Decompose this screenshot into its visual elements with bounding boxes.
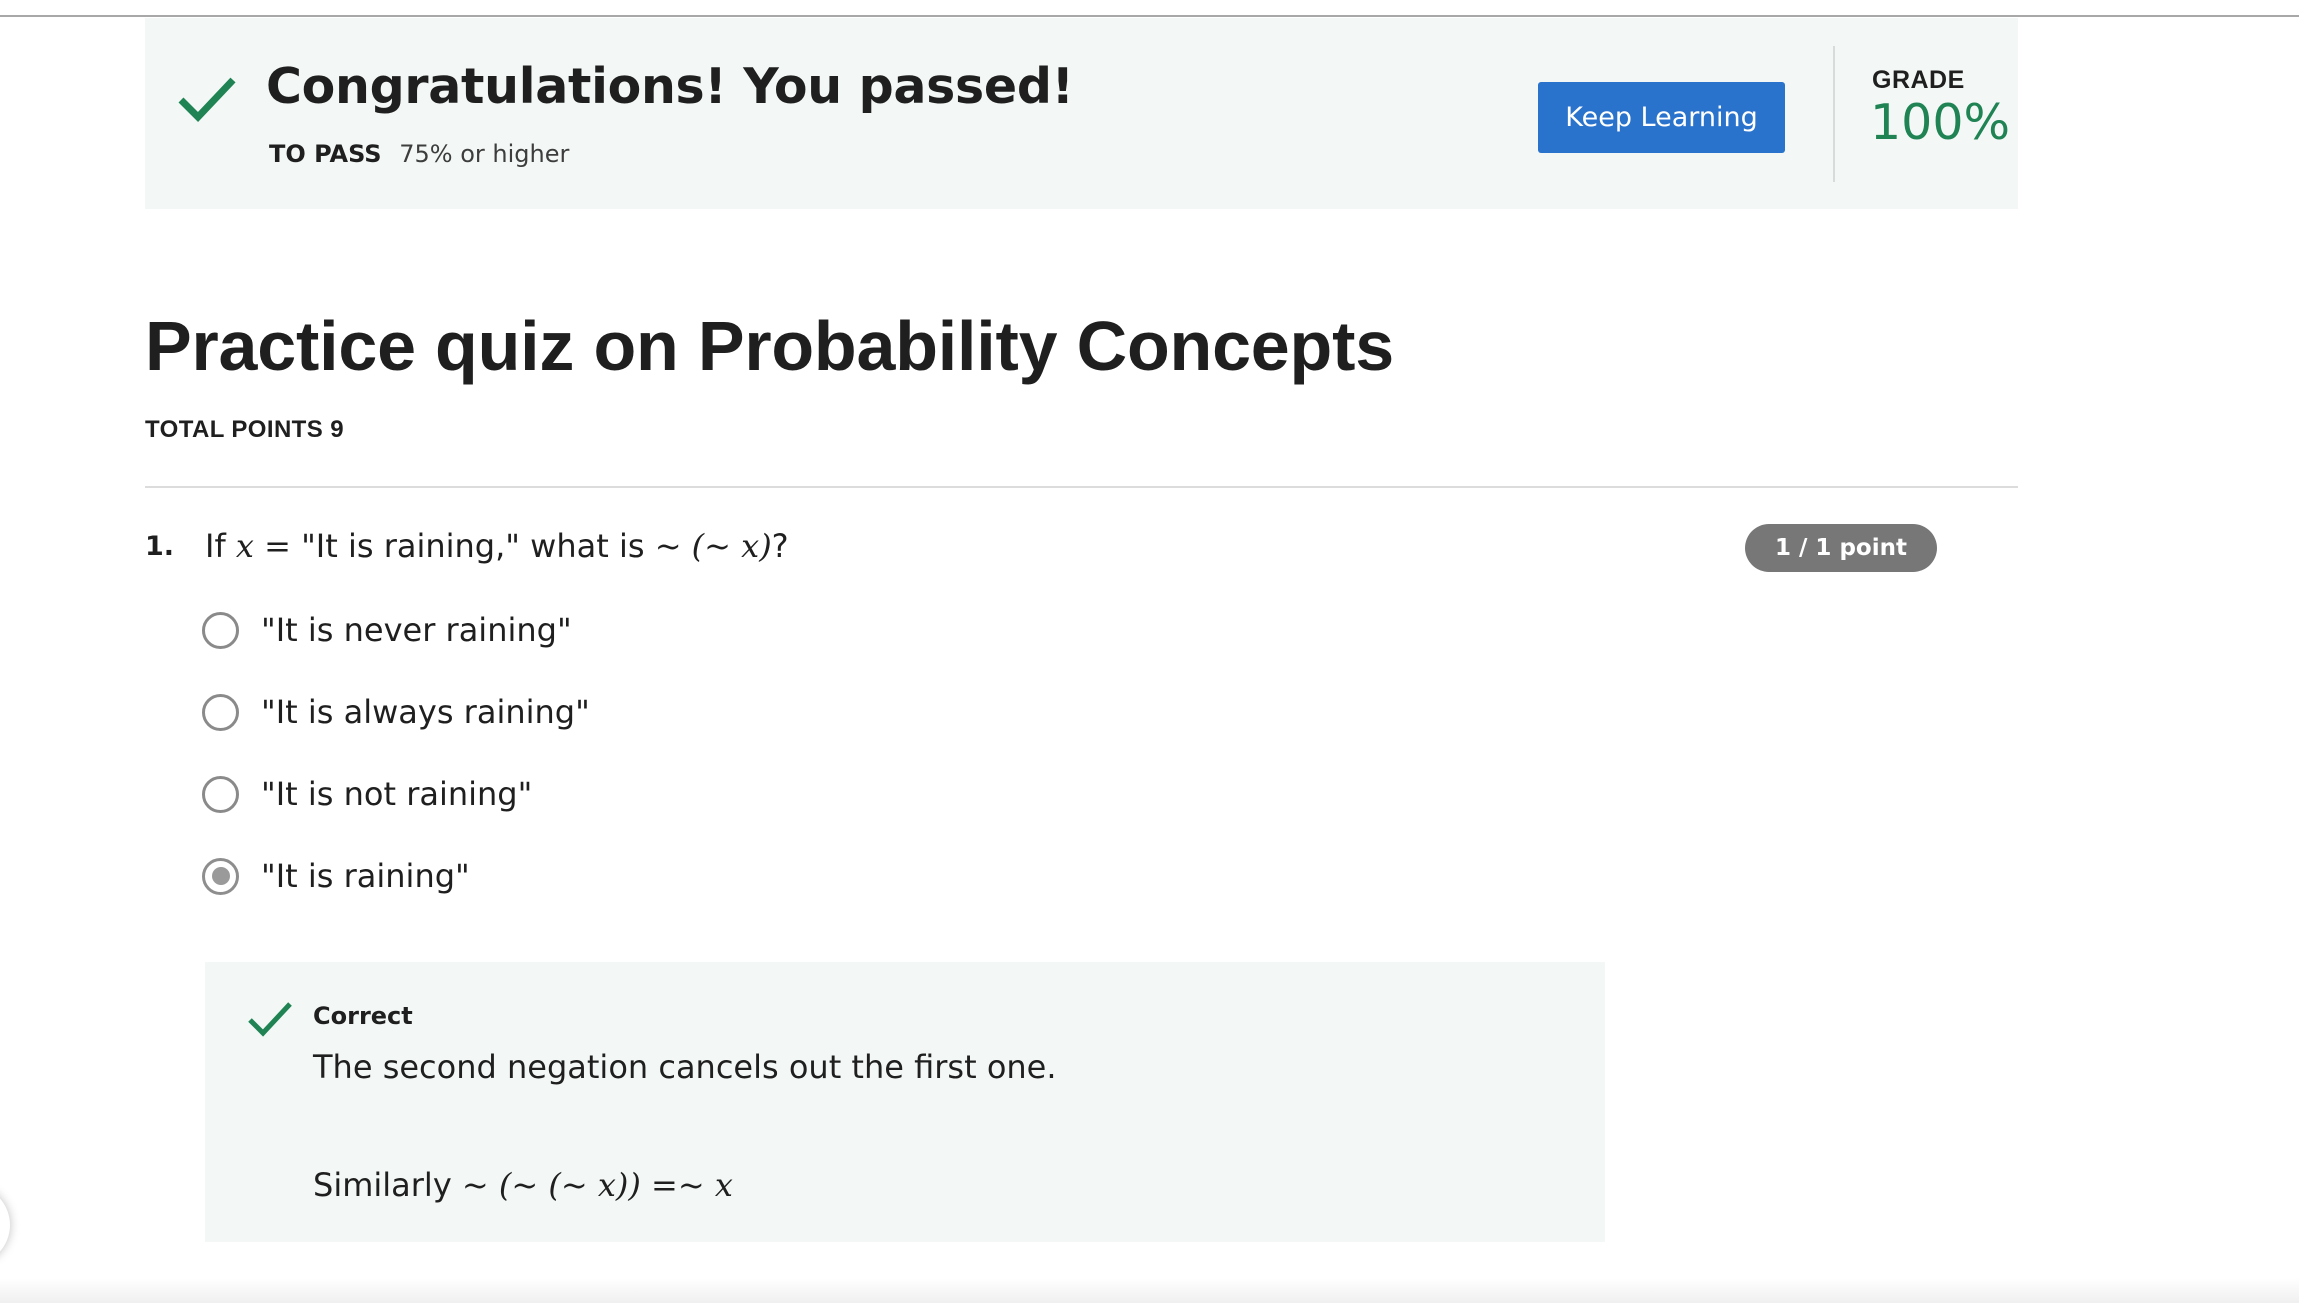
feedback-label: Correct [313, 1002, 413, 1030]
banner-divider [1833, 46, 1835, 182]
radio-button[interactable] [202, 775, 239, 813]
answer-option[interactable]: "It is never raining" [202, 608, 572, 652]
quiz-title: Practice quiz on Probability Concepts [145, 307, 1394, 385]
feedback-text: The second negation cancels out the firs… [313, 1048, 1057, 1086]
to-pass-label: TO PASS [269, 140, 382, 168]
points-badge: 1 / 1 point [1745, 524, 1937, 572]
question-text: If x = "It is raining," what is ~ (~ x)? [205, 527, 789, 565]
radio-button[interactable] [202, 693, 239, 731]
checkmark-icon [178, 77, 236, 123]
to-pass-value: 75% or higher [399, 140, 570, 168]
radio-button[interactable] [202, 611, 239, 649]
option-label: "It is raining" [261, 857, 470, 895]
checkmark-icon [248, 1002, 292, 1037]
question-mid: what is [520, 527, 655, 565]
question-suffix: ? [771, 527, 789, 565]
bottom-fade [0, 1278, 2299, 1303]
pass-requirement: TO PASS 75% or higher [269, 140, 569, 168]
answer-option[interactable]: "It is not raining" [202, 772, 532, 816]
question-quote: "It is raining," [301, 527, 520, 565]
radio-button-selected[interactable] [202, 857, 239, 895]
question-prefix: If [205, 527, 236, 565]
grade-value: 100% [1870, 94, 2011, 151]
top-divider [0, 15, 2299, 17]
pass-banner: Congratulations! You passed! TO PASS 75%… [145, 18, 2018, 209]
question-expression: ~ (~ x) [654, 527, 772, 565]
answer-option-selected[interactable]: "It is raining" [202, 854, 470, 898]
question-equals: = [253, 527, 302, 565]
answer-feedback: Correct The second negation cancels out … [205, 962, 1605, 1242]
answer-option[interactable]: "It is always raining" [202, 690, 590, 734]
total-points: TOTAL POINTS 9 [145, 416, 344, 443]
feedback-math: Similarly ~ (~ (~ x)) =~ x [313, 1166, 733, 1204]
option-label: "It is never raining" [261, 611, 572, 649]
question-number: 1. [145, 531, 175, 562]
pass-title: Congratulations! You passed! [266, 58, 1074, 115]
grade-label: GRADE [1872, 66, 1965, 94]
option-label: "It is not raining" [261, 775, 533, 813]
section-divider [145, 486, 2018, 488]
side-panel-toggle[interactable] [0, 1185, 10, 1265]
option-label: "It is always raining" [261, 693, 590, 731]
feedback-math-expression: ~ (~ (~ x)) =~ x [461, 1166, 733, 1204]
feedback-math-prefix: Similarly [313, 1166, 462, 1204]
keep-learning-button[interactable]: Keep Learning [1538, 82, 1785, 153]
question-variable: x [235, 527, 254, 565]
